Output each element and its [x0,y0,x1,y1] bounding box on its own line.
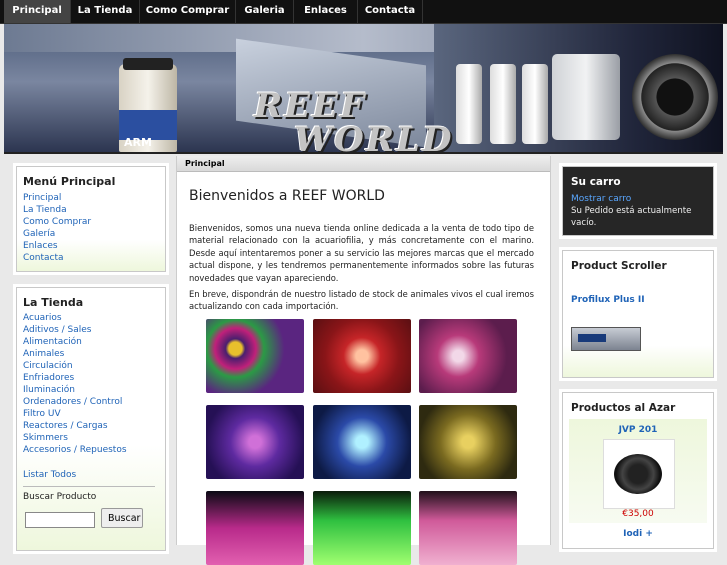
random-product-link[interactable]: JVP 201 [569,425,707,435]
nav-enlaces[interactable]: Enlaces [294,0,358,23]
coral-image[interactable] [313,491,411,565]
banner-pump [632,54,718,140]
coral-image[interactable] [206,405,304,479]
main-menu-title: Menú Principal [23,175,116,188]
category-alimentacion[interactable]: Alimentación [23,337,82,347]
divider [23,486,155,487]
coral-image[interactable] [419,491,517,565]
coral-image[interactable] [206,319,304,393]
menu-item-la-tienda[interactable]: La Tienda [23,205,67,215]
random-next-product-link[interactable]: Iodi + [563,529,713,539]
banner-reactor [456,64,482,144]
category-animales[interactable]: Animales [23,349,64,359]
stock-paragraph: En breve, dispondrán de nuestro listado … [189,289,534,312]
category-aditivos[interactable]: Aditivos / Sales [23,325,91,335]
random-product-price: €35,00 [622,509,654,519]
category-iluminacion[interactable]: Iluminación [23,385,75,395]
category-enfriadores[interactable]: Enfriadores [23,373,74,383]
scroller-product-image[interactable] [571,327,641,351]
main-content: Principal Bienvenidos a REEF WORLD Bienv… [176,156,551,565]
nav-contacta[interactable]: Contacta [358,0,423,23]
category-acuarios[interactable]: Acuarios [23,313,62,323]
nav-como-comprar[interactable]: Como Comprar [140,0,236,23]
random-product-image[interactable] [603,439,675,509]
coral-image[interactable] [313,319,411,393]
random-product-card: JVP 201 €35,00 [569,419,707,523]
breadcrumb: Principal [177,156,550,172]
category-accesorios[interactable]: Accesorios / Repuestos [23,445,127,455]
banner-chiller [552,54,620,140]
random-title: Productos al Azar [571,402,676,414]
main-menu-box: Menú Principal Principal La Tienda Como … [16,166,166,272]
nav-principal[interactable]: Principal [4,0,71,23]
show-cart-link[interactable]: Mostrar carro [571,194,631,204]
intro-paragraph: Bienvenidos, somos una nueva tienda onli… [189,223,534,283]
menu-item-contacta[interactable]: Contacta [23,253,64,263]
cart-status: Su Pedido está actualmente vacío. [571,206,692,228]
coral-image[interactable] [419,319,517,393]
page-title: Bienvenidos a REEF WORLD [189,188,385,204]
banner-jar-brand: ARM [124,136,152,149]
menu-item-enlaces[interactable]: Enlaces [23,241,58,251]
coral-image[interactable] [313,405,411,479]
shop-title: La Tienda [23,296,84,309]
scroller-title: Product Scroller [571,260,667,272]
category-skimmers[interactable]: Skimmers [23,433,68,443]
category-ordenadores[interactable]: Ordenadores / Control [23,397,122,407]
header-banner: ARM REEF WORLD [4,24,723,154]
category-circulacion[interactable]: Circulación [23,361,73,371]
search-button[interactable]: Buscar [101,508,143,528]
menu-item-principal[interactable]: Principal [23,193,61,203]
nav-la-tienda[interactable]: La Tienda [71,0,140,23]
coral-image[interactable] [419,405,517,479]
product-scroller-box: Product Scroller Profilux Plus II [562,250,714,378]
shop-box: La Tienda Acuarios Aditivos / Sales Alim… [16,287,166,551]
search-input[interactable] [25,512,95,528]
menu-item-como-comprar[interactable]: Como Comprar [23,217,91,227]
banner-reactor [522,64,548,144]
cart-box: Su carro Mostrar carro Su Pedido está ac… [562,166,714,236]
category-filtro-uv[interactable]: Filtro UV [23,409,61,419]
cart-title: Su carro [571,176,621,188]
menu-item-galeria[interactable]: Galería [23,229,55,239]
random-products-box: Productos al Azar JVP 201 €35,00 Iodi + [562,392,714,549]
coral-image[interactable] [206,491,304,565]
banner-reactor [490,64,516,144]
search-label: Buscar Producto [23,492,97,502]
list-all-link[interactable]: Listar Todos [23,470,76,480]
nav-galeria[interactable]: Galeria [236,0,294,23]
main-nav: Principal La Tienda Como Comprar Galeria… [0,0,727,24]
scroller-product-link[interactable]: Profilux Plus II [571,295,645,305]
site-logo-line2[interactable]: WORLD [294,120,453,152]
category-reactores[interactable]: Reactores / Cargas [23,421,108,431]
